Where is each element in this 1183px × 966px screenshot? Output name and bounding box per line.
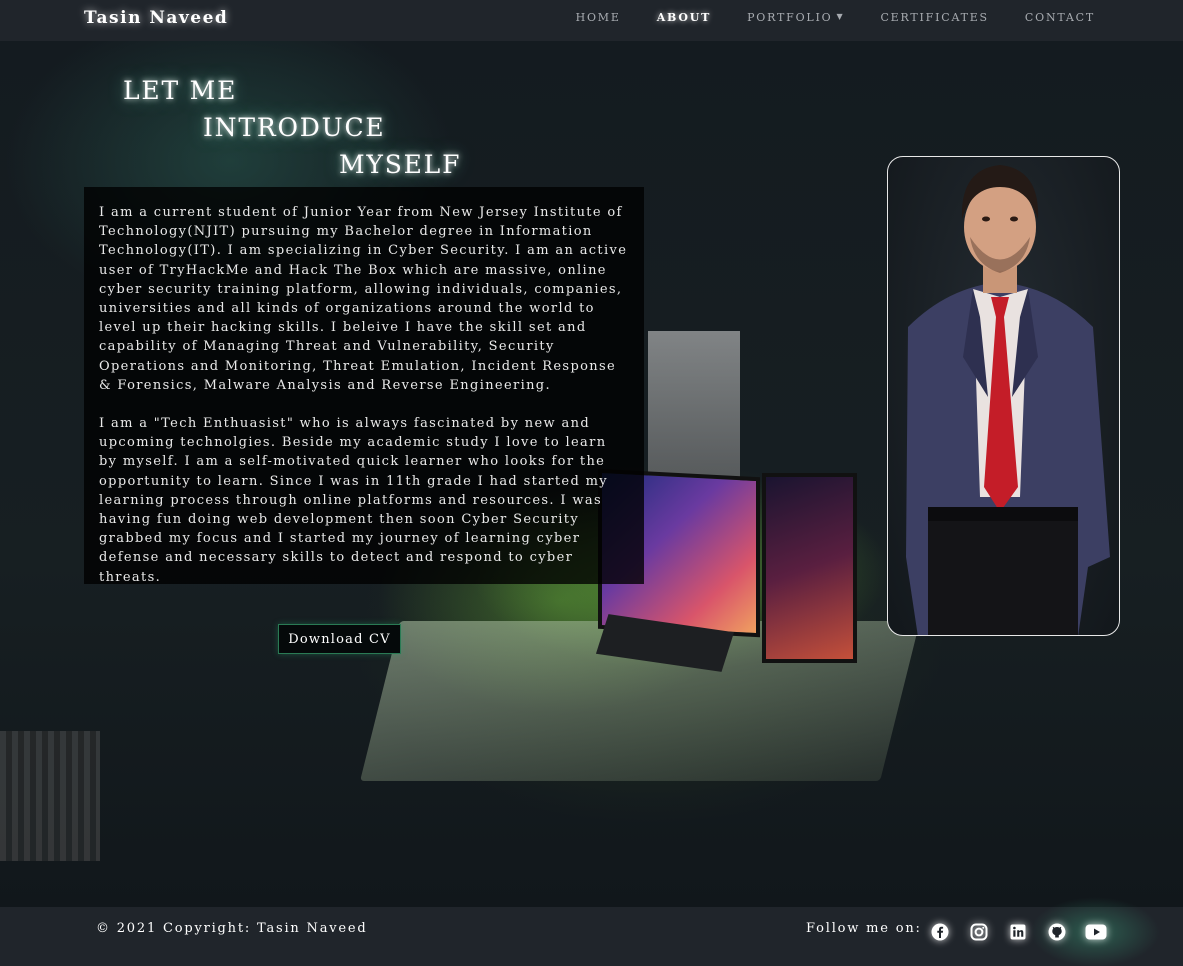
instagram-icon[interactable] <box>959 921 998 943</box>
social-links <box>920 921 1115 943</box>
nav-menu: HOME ABOUT PORTFOLIO ▼ CERTIFICATES CONTA… <box>558 11 1113 24</box>
download-cv-button[interactable]: Download CV <box>278 624 401 654</box>
youtube-icon[interactable] <box>1076 921 1115 943</box>
github-icon[interactable] <box>1037 921 1076 943</box>
brand-name[interactable]: Tasin Naveed <box>84 8 228 28</box>
about-paragraph-1: I am a current student of Junior Year fr… <box>99 205 628 393</box>
navbar: Tasin Naveed HOME ABOUT PORTFOLIO ▼ CERTI… <box>0 0 1183 41</box>
about-paragraph-2: I am a "Tech Enthuasist" who is always f… <box>99 416 608 585</box>
heading-line-2: INTRODUCE <box>203 113 386 142</box>
nav-home[interactable]: HOME <box>558 11 639 24</box>
nav-contact[interactable]: CONTACT <box>1007 11 1113 24</box>
nav-certificates[interactable]: CERTIFICATES <box>862 11 1006 24</box>
linkedin-icon[interactable] <box>998 921 1037 943</box>
follow-label: Follow me on: <box>806 921 922 936</box>
heading-line-1: LET ME <box>123 76 238 105</box>
nav-portfolio-dropdown[interactable]: PORTFOLIO ▼ <box>729 11 862 24</box>
heading-line-3: MYSELF <box>339 150 462 179</box>
caret-down-icon: ▼ <box>836 12 845 21</box>
about-text-panel: I am a current student of Junior Year fr… <box>84 187 644 585</box>
nav-about[interactable]: ABOUT <box>639 11 729 24</box>
facebook-icon[interactable] <box>920 921 959 943</box>
profile-photo <box>887 156 1120 636</box>
footer: © 2021 Copyright: Tasin Naveed Follow me… <box>0 897 1183 966</box>
nav-portfolio-label: PORTFOLIO <box>747 11 833 24</box>
copyright-text: © 2021 Copyright: Tasin Naveed <box>96 921 368 936</box>
